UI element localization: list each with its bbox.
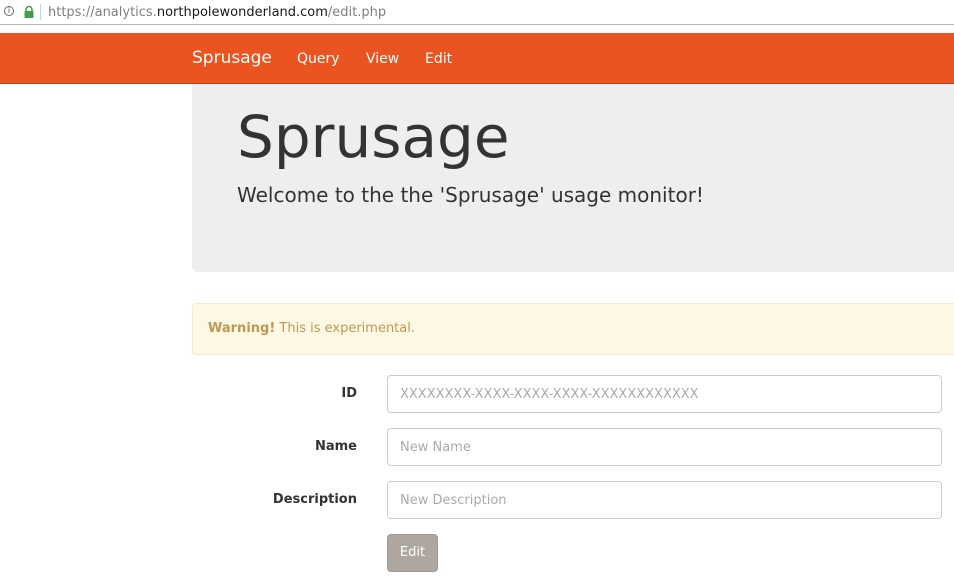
name-label: Name — [314, 439, 357, 454]
warning-text: Warning! This is experimental. — [208, 320, 415, 338]
description-input[interactable] — [387, 481, 942, 519]
address-bar[interactable]: i https://analytics.northpolewonderland.… — [0, 0, 954, 25]
id-label: ID — [341, 386, 357, 401]
nav-link-edit[interactable]: Edit — [425, 50, 452, 68]
name-input[interactable] — [387, 428, 942, 466]
navbar: Sprusage Query View Edit — [0, 33, 954, 84]
address-bar-separator — [40, 4, 41, 20]
info-icon[interactable]: i — [4, 6, 14, 16]
nav-link-query[interactable]: Query — [297, 50, 340, 68]
jumbotron: Sprusage Welcome to the the 'Sprusage' u… — [192, 84, 954, 272]
warning-label: Warning! — [208, 321, 276, 336]
url-prefix: https://analytics. — [48, 5, 157, 20]
url-path: /edit.php — [327, 5, 387, 20]
url-text[interactable]: https://analytics.northpolewonderland.co… — [48, 4, 386, 22]
warning-message: This is experimental. — [275, 321, 415, 336]
edit-submit-button[interactable]: Edit — [387, 534, 438, 572]
url-host: northpolewonderland.com — [156, 5, 328, 20]
navbar-brand[interactable]: Sprusage — [192, 48, 272, 68]
page-title: Sprusage — [237, 103, 510, 171]
warning-alert: Warning! This is experimental. — [192, 303, 954, 355]
description-label: Description — [272, 492, 357, 507]
page-subtitle: Welcome to the the 'Sprusage' usage moni… — [237, 183, 704, 207]
nav-link-view[interactable]: View — [366, 50, 399, 68]
id-input[interactable] — [387, 375, 942, 413]
lock-icon[interactable] — [22, 5, 36, 19]
